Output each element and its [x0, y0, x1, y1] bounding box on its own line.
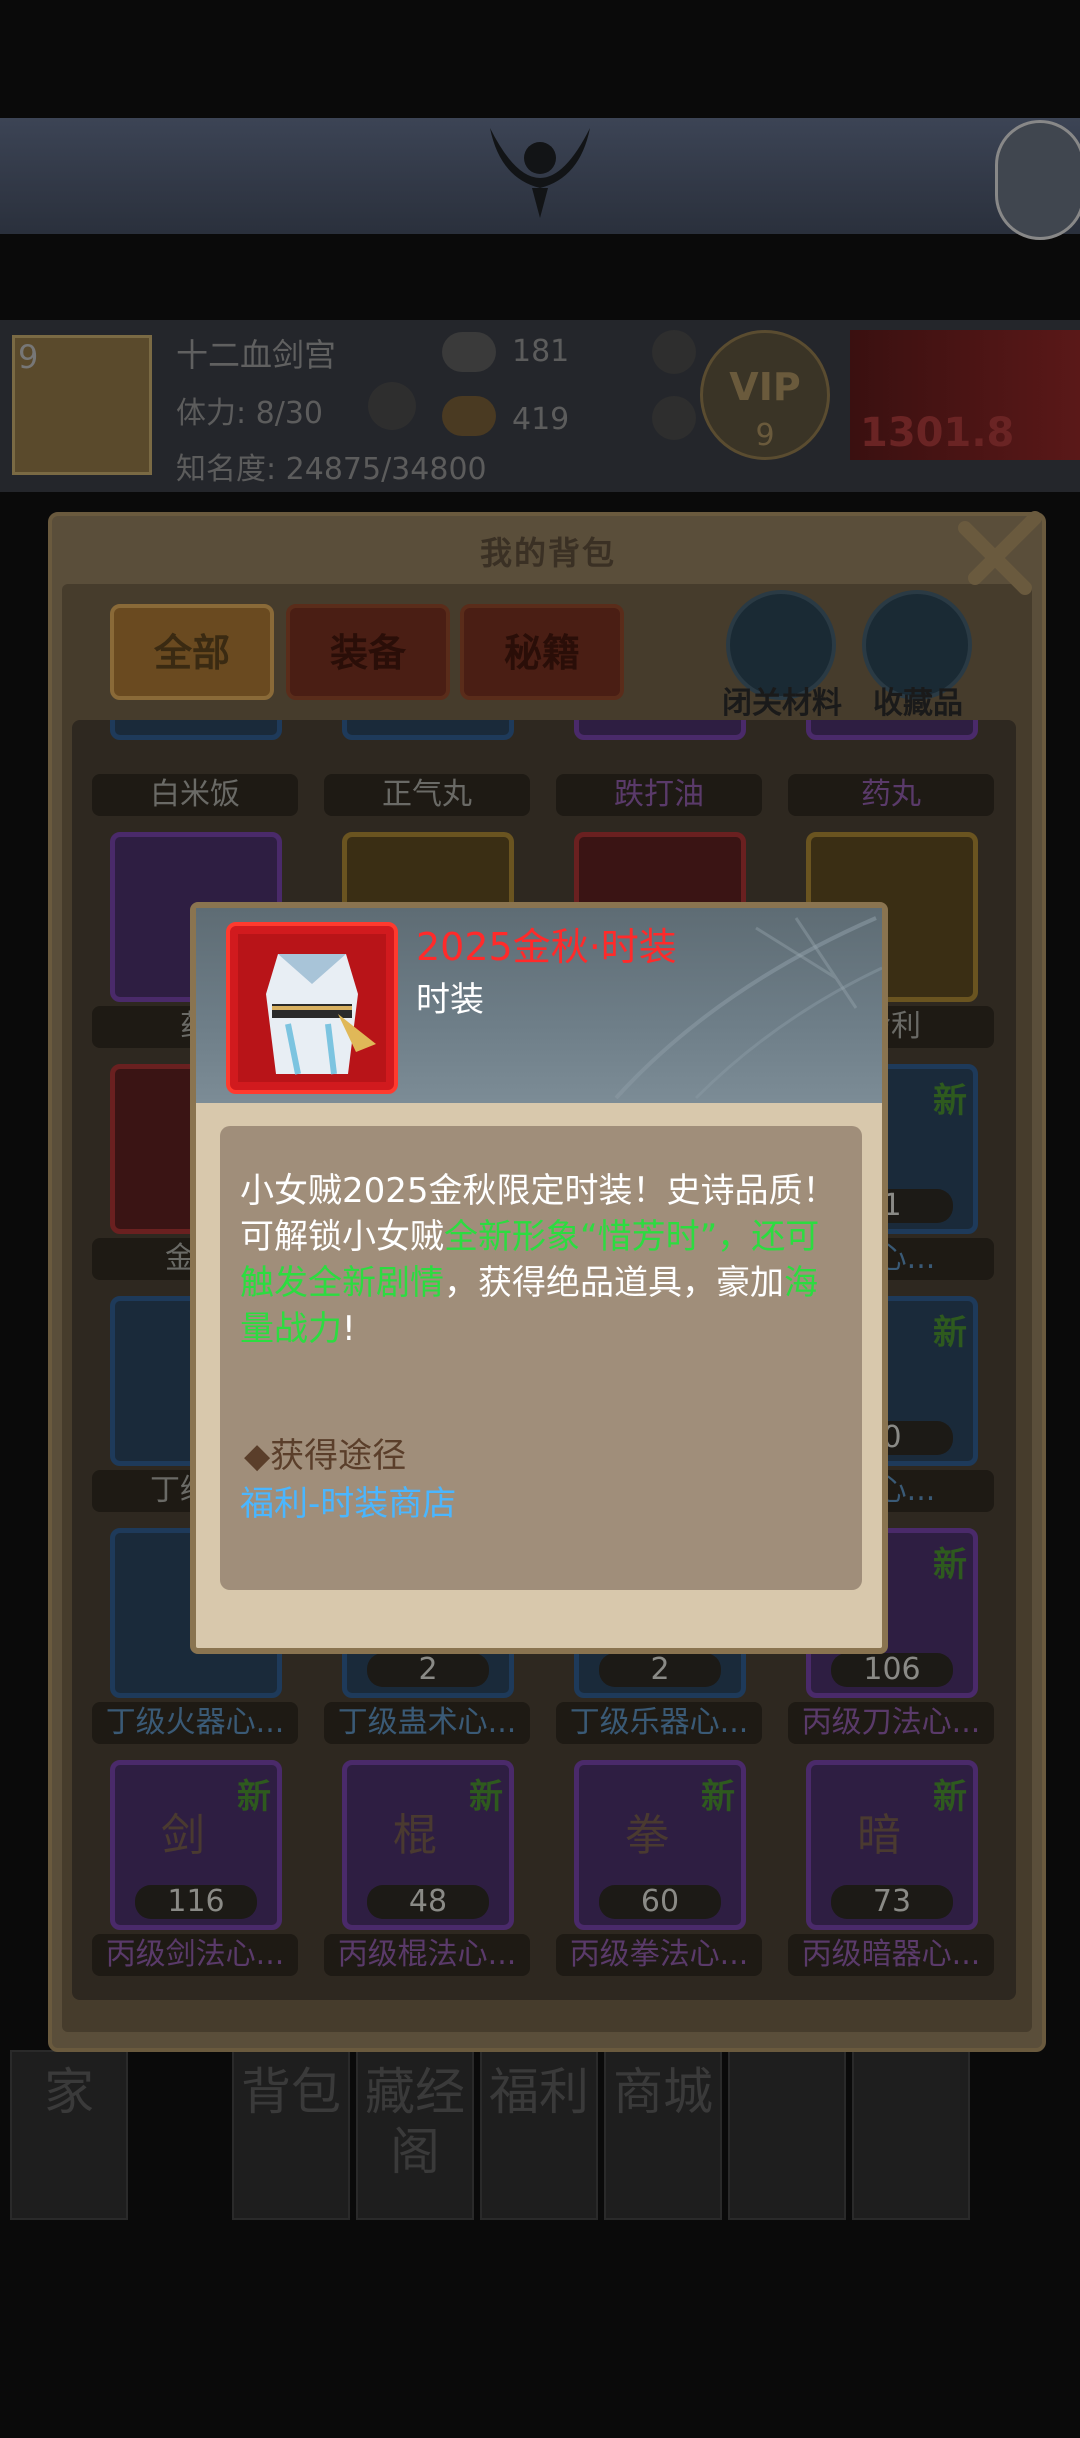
item-cell[interactable]: [342, 720, 514, 740]
manual-glyph: 棍: [393, 1810, 437, 1861]
item-count: 116: [135, 1885, 257, 1919]
vip-level: 9: [755, 418, 775, 453]
new-badge: 新: [933, 1081, 967, 1121]
backpack-title: 我的背包: [479, 534, 616, 572]
item-label: 跌打油: [556, 774, 762, 816]
item-label: 丙级棍法心...: [324, 1934, 530, 1976]
gold-count: 419: [512, 402, 570, 437]
sect-name: 十二血剑宫: [176, 336, 337, 374]
item-count: 2: [367, 1653, 489, 1687]
new-badge: 新: [237, 1777, 271, 1817]
fame-text: 知名度: 24875/34800: [176, 452, 487, 487]
item-count: 48: [367, 1885, 489, 1919]
item-label: 丙级剑法心...: [92, 1934, 298, 1976]
item-cell[interactable]: [110, 720, 282, 740]
item-cell[interactable]: [806, 720, 978, 740]
item-count: 60: [599, 1885, 721, 1919]
item-label: 药丸: [788, 774, 994, 816]
costume-item-icon: [226, 922, 398, 1094]
close-icon[interactable]: [955, 508, 1045, 598]
add-silver-icon[interactable]: [652, 330, 696, 374]
vip-label: VIP: [729, 365, 801, 409]
nav-extra-2[interactable]: [852, 2050, 970, 2220]
item-count: 73: [831, 1885, 953, 1919]
new-badge: 新: [933, 1545, 967, 1585]
item-count: 2: [599, 1653, 721, 1687]
collectibles-label[interactable]: 收藏品: [848, 678, 988, 722]
item-cell[interactable]: 剑 新 116: [110, 1760, 282, 1930]
item-label: 正气丸: [324, 774, 530, 816]
item-label: 丁级蛊术心...: [324, 1702, 530, 1744]
nav-home[interactable]: 家: [10, 2050, 128, 2220]
item-label: 丙级刀法心...: [788, 1702, 994, 1744]
gold-icon: [442, 396, 496, 436]
manual-glyph: 暗: [857, 1810, 901, 1861]
item-cell[interactable]: 暗 新 73: [806, 1760, 978, 1930]
item-type: 时装: [416, 980, 484, 1020]
silver-icon: [442, 332, 496, 372]
bottom-navigation: 家 背包 藏经阁 福利 商城: [10, 2050, 1070, 2225]
sect-level: 9: [18, 338, 39, 376]
item-cell[interactable]: [574, 720, 746, 740]
add-gold-icon[interactable]: [652, 396, 696, 440]
item-description: 小女贼2025金秋限定时装！史诗品质！ 可解锁小女贼全新形象“惜芳时”，还可触发全…: [240, 1171, 837, 1349]
stamina-text: 体力: 8/30: [176, 396, 324, 431]
new-badge: 新: [701, 1777, 735, 1817]
item-name: 2025金秋·时装: [416, 925, 677, 969]
add-stamina-icon[interactable]: [368, 382, 416, 430]
seclusion-materials-label[interactable]: 闭关材料: [712, 678, 852, 722]
tab-all[interactable]: 全部: [110, 604, 274, 700]
item-label: 丙级暗器心...: [788, 1934, 994, 1976]
silver-count: 181: [512, 334, 570, 369]
nav-extra-1[interactable]: [728, 2050, 846, 2220]
tab-manuals[interactable]: 秘籍: [460, 604, 624, 700]
nav-shop[interactable]: 商城: [604, 2050, 722, 2220]
new-badge: 新: [469, 1777, 503, 1817]
item-cell[interactable]: 棍 新 48: [342, 1760, 514, 1930]
nav-backpack[interactable]: 背包: [232, 2050, 350, 2220]
manual-glyph: 剑: [161, 1810, 205, 1861]
nav-scripture-pavilion[interactable]: 藏经阁: [356, 2050, 474, 2220]
item-label: 丁级乐器心...: [556, 1702, 762, 1744]
item-count: 106: [831, 1653, 953, 1687]
manual-glyph: 拳: [625, 1810, 669, 1861]
power-value: 1301.8: [860, 410, 1015, 456]
nav-welfare[interactable]: 福利: [480, 2050, 598, 2220]
item-label: 丁级火器心...: [92, 1702, 298, 1744]
tab-equipment[interactable]: 装备: [286, 604, 450, 700]
new-badge: 新: [933, 1777, 967, 1817]
item-label: 白米饭: [92, 774, 298, 816]
source-link[interactable]: 福利-时装商店: [240, 1476, 456, 1525]
corner-avatar-button[interactable]: [995, 120, 1080, 240]
cloud-ornament-icon: [470, 118, 610, 228]
item-cell[interactable]: 拳 新 60: [574, 1760, 746, 1930]
item-label: 丙级拳法心...: [556, 1934, 762, 1976]
new-badge: 新: [933, 1313, 967, 1353]
source-heading: ◆获得途径: [244, 1436, 407, 1476]
